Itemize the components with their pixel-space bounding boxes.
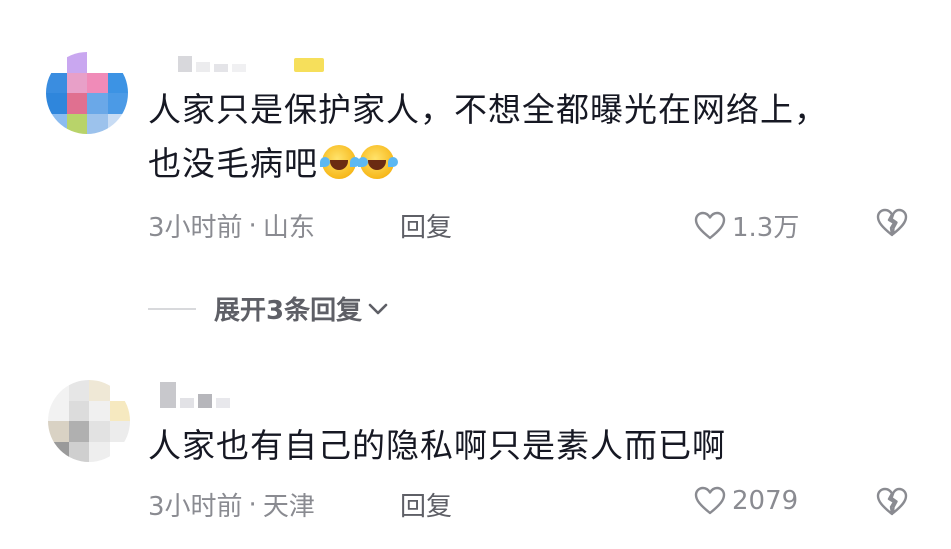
like-button[interactable]: 2079 xyxy=(694,486,798,516)
avatar[interactable] xyxy=(48,380,130,462)
comment-time: 3小时前 xyxy=(148,492,243,522)
comment-meta: 3小时前 · 天津 xyxy=(148,486,315,523)
broken-heart-icon xyxy=(876,487,908,516)
like-count: 2079 xyxy=(732,486,799,516)
heart-icon xyxy=(694,486,726,515)
comment-text: 人家也有自己的隐私啊只是素人而已啊 xyxy=(148,426,726,465)
dislike-button[interactable] xyxy=(876,487,908,521)
reply-button[interactable]: 回复 xyxy=(400,486,452,523)
comment-location: 天津 xyxy=(262,492,315,522)
comment-item: 人家也有自己的隐私啊只是素人而已啊 3小时前 · 天津 回复 2079 xyxy=(0,0,951,549)
username[interactable] xyxy=(160,382,230,408)
meta-separator: · xyxy=(248,489,257,520)
